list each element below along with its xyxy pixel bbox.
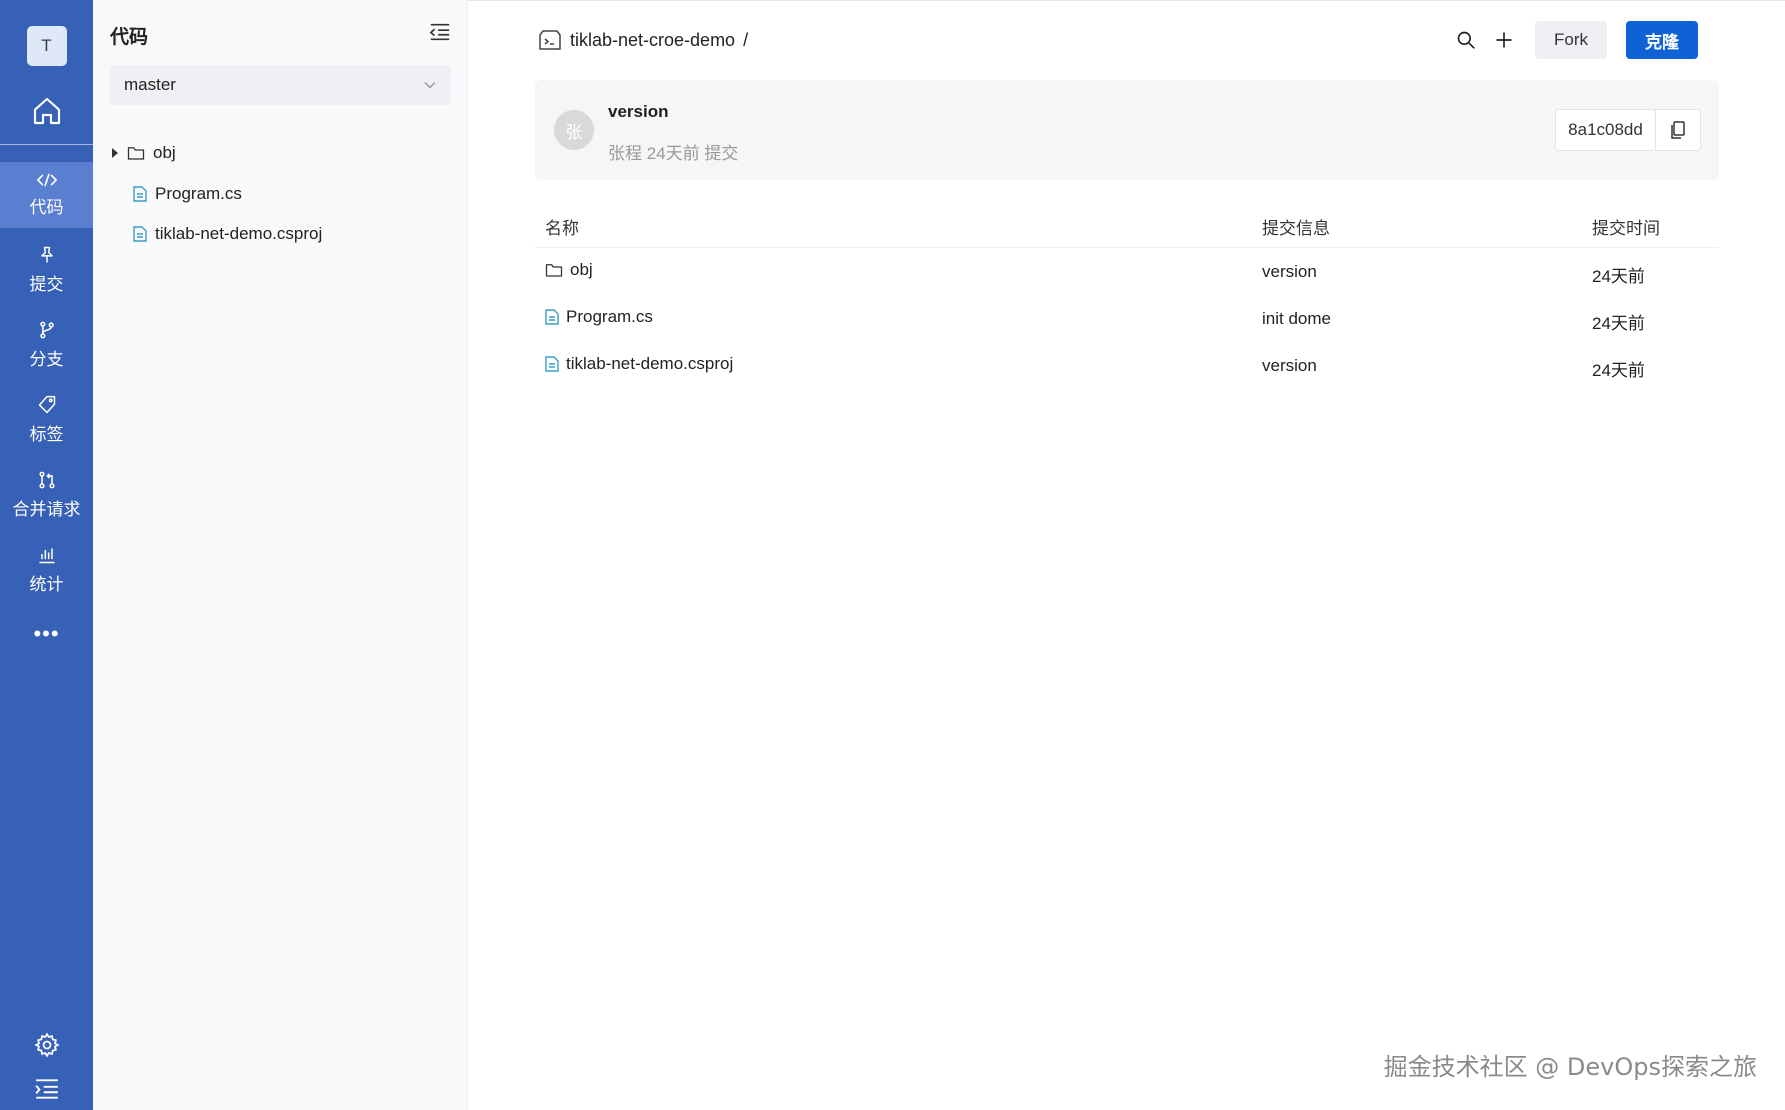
collapse-tree-button[interactable] — [429, 22, 451, 47]
commit-time-cell: 24天前 — [1592, 267, 1645, 286]
main-content: tiklab-net-croe-demo / Fork 克隆 张 version… — [468, 0, 1785, 1110]
rail-item-tags[interactable]: 标签 — [0, 387, 93, 453]
commit-message-cell[interactable]: version — [1262, 356, 1317, 376]
latest-commit-card: 张 version 张程 24天前 提交 8a1c08dd — [535, 80, 1719, 180]
rail-item-commits[interactable]: 提交 — [0, 237, 93, 303]
rail-item-label: 合并请求 — [12, 500, 81, 519]
merge-request-icon — [38, 471, 55, 489]
tree-item-label: obj — [153, 143, 176, 162]
bar-chart-icon — [39, 548, 54, 564]
tree-item-label: Program.cs — [155, 184, 242, 203]
caret-right-icon — [112, 148, 118, 158]
column-header-message: 提交信息 — [1262, 219, 1330, 238]
home-button[interactable] — [31, 90, 63, 132]
rail-item-branches[interactable]: 分支 — [0, 312, 93, 378]
add-button[interactable] — [1485, 21, 1523, 59]
rail-bottom — [0, 1032, 93, 1100]
top-border — [468, 0, 1785, 1]
watermark: 掘金技术社区 @ DevOps探索之旅 — [1383, 1053, 1757, 1081]
file-name: obj — [570, 260, 593, 279]
tree-item-folder[interactable]: obj — [111, 143, 176, 163]
file-name: tiklab-net-demo.csproj — [566, 354, 734, 373]
file-name-cell[interactable]: Program.cs — [545, 307, 653, 327]
more-menu-button[interactable]: ••• — [33, 621, 59, 647]
rail-divider — [0, 144, 93, 145]
avatar: 张 — [554, 110, 594, 150]
rail-item-merge-requests[interactable]: 合并请求 — [0, 462, 93, 528]
table-row[interactable]: obj version 24天前 — [535, 248, 1719, 295]
home-icon — [33, 97, 60, 125]
rail-item-label: 代码 — [29, 198, 64, 217]
commit-time-cell: 24天前 — [1592, 361, 1645, 380]
plus-icon — [1496, 32, 1512, 48]
branch-select[interactable]: master — [110, 65, 451, 105]
file-icon — [545, 356, 559, 372]
file-name: Program.cs — [566, 307, 653, 326]
rail-item-label: 标签 — [29, 425, 64, 444]
user-avatar[interactable]: T — [26, 26, 67, 66]
file-name-cell[interactable]: tiklab-net-demo.csproj — [545, 354, 733, 374]
commit-time-cell: 24天前 — [1592, 314, 1645, 333]
repo-terminal-icon — [539, 30, 561, 50]
table-row[interactable]: Program.cs init dome 24天前 — [535, 295, 1719, 342]
panel-title: 代码 — [110, 27, 149, 48]
pin-icon — [40, 246, 53, 263]
folder-icon — [127, 147, 145, 160]
breadcrumb-separator: / — [743, 29, 749, 50]
commit-message[interactable]: version — [608, 102, 668, 122]
indent-collapse-icon — [429, 23, 450, 41]
clone-button[interactable]: 克隆 — [1626, 21, 1698, 59]
branch-select-value: master — [124, 75, 176, 94]
rail-item-code[interactable]: 代码 — [0, 162, 93, 228]
commit-hash-box: 8a1c08dd — [1555, 109, 1701, 151]
rail-item-label: 分支 — [29, 350, 64, 369]
expand-menu-icon[interactable] — [34, 1078, 60, 1100]
table-row[interactable]: tiklab-net-demo.csproj version 24天前 — [535, 342, 1719, 389]
column-header-time: 提交时间 — [1592, 219, 1660, 238]
gear-icon[interactable] — [33, 1032, 60, 1058]
tree-item-label: tiklab-net-demo.csproj — [155, 224, 323, 243]
copy-hash-button[interactable] — [1656, 121, 1700, 139]
search-button[interactable] — [1447, 21, 1485, 59]
chevron-down-icon — [424, 82, 436, 89]
file-icon — [545, 309, 559, 325]
rail-item-label: 提交 — [29, 275, 64, 294]
rail-item-label: 统计 — [29, 575, 64, 594]
commit-hash[interactable]: 8a1c08dd — [1556, 110, 1656, 150]
tree-item-file[interactable]: tiklab-net-demo.csproj — [133, 224, 322, 244]
file-icon — [133, 226, 147, 242]
breadcrumb-repo-link[interactable]: tiklab-net-croe-demo — [570, 30, 735, 51]
file-icon — [133, 186, 147, 202]
copy-icon — [1671, 121, 1685, 139]
nav-rail: T 代码 提交 分支 标签 合并请求 统计 ••• — [0, 0, 93, 1110]
commit-meta: 张程 24天前 提交 — [608, 144, 739, 163]
column-header-name: 名称 — [545, 219, 579, 238]
tree-item-file[interactable]: Program.cs — [133, 184, 242, 204]
file-name-cell[interactable]: obj — [545, 260, 593, 280]
commit-message-cell[interactable]: version — [1262, 262, 1317, 282]
commit-message-cell[interactable]: init dome — [1262, 309, 1331, 329]
file-tree-panel: 代码 master obj Program.cs tiklab-net-demo… — [93, 0, 468, 1110]
file-table: 名称 提交信息 提交时间 obj version 24天前 Program.cs… — [535, 200, 1719, 389]
tag-icon — [38, 395, 55, 414]
rail-item-statistics[interactable]: 统计 — [0, 537, 93, 603]
breadcrumb: tiklab-net-croe-demo / — [538, 28, 748, 52]
search-icon — [1457, 31, 1475, 49]
fork-button[interactable]: Fork — [1535, 21, 1607, 59]
table-header: 名称 提交信息 提交时间 — [535, 200, 1719, 248]
branch-icon — [39, 321, 54, 339]
header-actions: Fork 克隆 — [1447, 21, 1698, 59]
code-icon — [36, 173, 57, 187]
folder-icon — [545, 264, 563, 277]
